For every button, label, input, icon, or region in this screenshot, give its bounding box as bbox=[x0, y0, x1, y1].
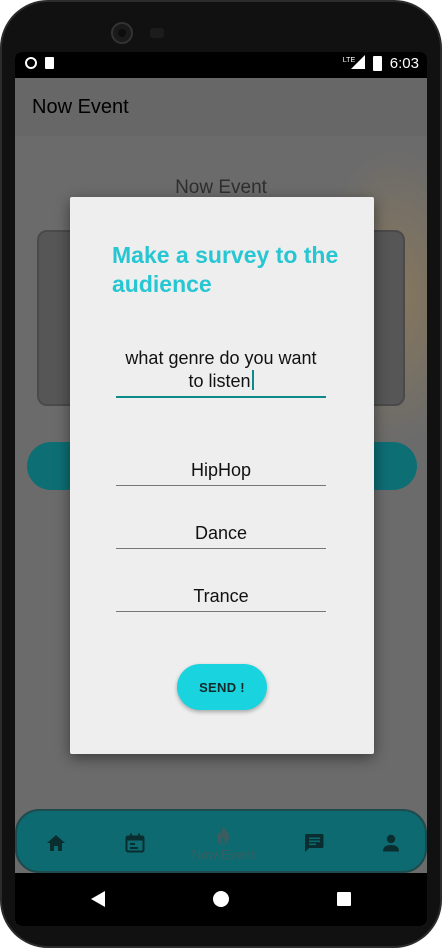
nav-item-profile[interactable] bbox=[376, 811, 406, 875]
network-type: LTE bbox=[342, 57, 356, 64]
background-section-title: Now Event bbox=[175, 177, 267, 198]
nav-item-label: Now Event bbox=[191, 846, 255, 862]
question-value: what genre do you want to listen bbox=[125, 348, 317, 391]
status-bar: LTE 6:03 bbox=[15, 52, 427, 78]
system-navigation-bar bbox=[15, 873, 427, 926]
option-2-input[interactable]: Dance bbox=[116, 518, 326, 549]
battery-icon bbox=[372, 56, 382, 71]
app-bar: Now Event bbox=[15, 78, 427, 136]
nav-item-now-event[interactable]: Now Event bbox=[183, 811, 263, 875]
app-bar-title: Now Event bbox=[32, 96, 129, 118]
home-icon bbox=[47, 835, 65, 851]
calendar-icon bbox=[125, 833, 145, 853]
phone-frame: LTE 6:03 Now Event Now Event Now Event M… bbox=[0, 0, 442, 948]
recents-icon[interactable] bbox=[337, 892, 351, 906]
screen: LTE 6:03 Now Event Now Event Now Event M… bbox=[15, 52, 427, 926]
nav-item-home[interactable] bbox=[41, 811, 71, 875]
send-button[interactable]: SEND ! bbox=[177, 664, 267, 710]
survey-dialog: Make a survey to the audience what genre… bbox=[70, 197, 374, 754]
option-1-input[interactable]: HipHop bbox=[116, 455, 326, 486]
clock: 6:03 bbox=[389, 55, 419, 72]
chat-icon bbox=[304, 834, 324, 852]
person-icon bbox=[383, 834, 399, 852]
text-cursor bbox=[251, 370, 254, 390]
front-camera bbox=[111, 22, 133, 44]
dialog-title: Make a survey to the audience bbox=[112, 242, 339, 297]
home-button-icon[interactable] bbox=[213, 891, 229, 907]
sd-card-icon bbox=[45, 57, 54, 69]
question-input[interactable]: what genre do you want to listen bbox=[116, 347, 326, 398]
back-icon[interactable] bbox=[91, 891, 105, 907]
notification-dot-icon bbox=[25, 57, 37, 69]
nav-item-chat[interactable] bbox=[299, 811, 329, 875]
bottom-navigation: Now Event bbox=[15, 809, 427, 873]
flame-icon bbox=[217, 824, 229, 844]
earpiece-speaker bbox=[150, 28, 164, 38]
option-3-input[interactable]: Trance bbox=[116, 581, 326, 612]
nav-item-calendar[interactable] bbox=[120, 811, 150, 875]
